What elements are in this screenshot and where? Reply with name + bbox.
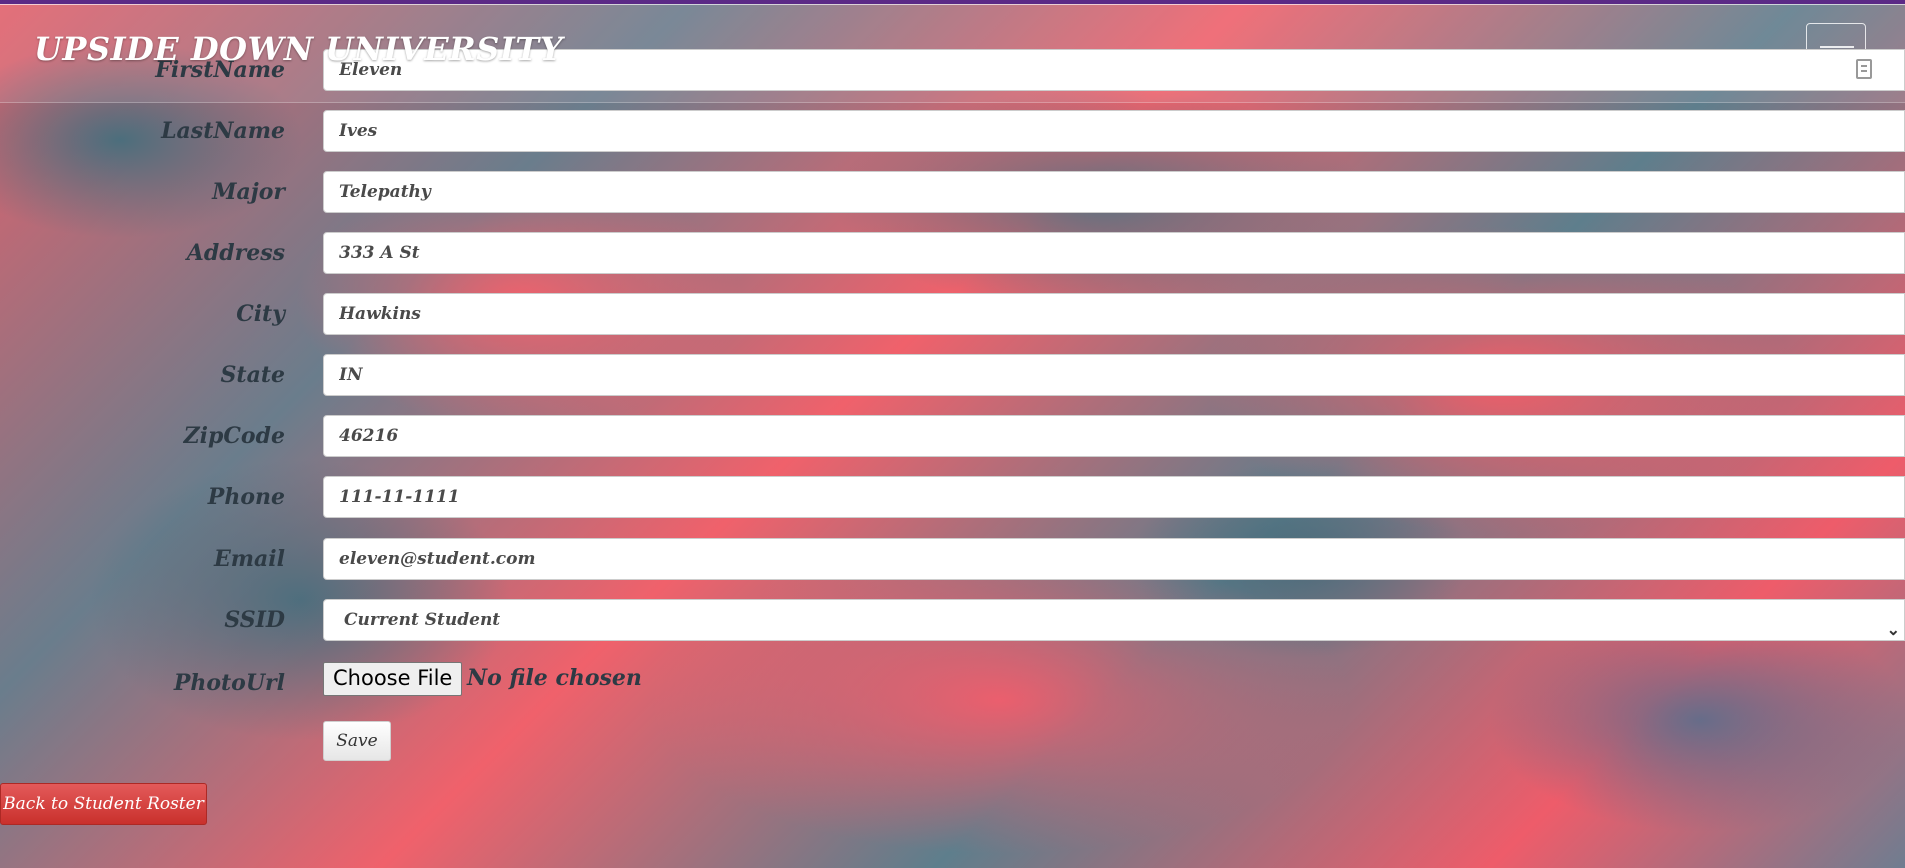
- lastname-label: LastName: [161, 118, 285, 144]
- zipcode-input[interactable]: [323, 415, 1905, 457]
- chevron-down-icon: ⌄: [1886, 620, 1900, 639]
- choose-file-button[interactable]: Choose File: [323, 662, 463, 696]
- city-label: City: [236, 301, 285, 327]
- save-button[interactable]: Save: [323, 721, 391, 761]
- form-row-city: City: [0, 293, 1905, 337]
- form-row-email: Email: [0, 538, 1905, 582]
- form-row-photourl: PhotoUrl Choose File No file chosen: [0, 662, 1905, 706]
- city-input[interactable]: [323, 293, 1905, 335]
- form-row-lastname: LastName: [0, 110, 1905, 154]
- form-row-major: Major: [0, 171, 1905, 215]
- contact-card-icon[interactable]: [1856, 59, 1872, 79]
- ssid-label: SSID: [224, 607, 285, 633]
- photourl-label: PhotoUrl: [173, 670, 285, 696]
- email-input[interactable]: [323, 538, 1905, 580]
- form-row-address: Address: [0, 232, 1905, 276]
- phone-label: Phone: [207, 484, 285, 510]
- form-row-zipcode: ZipCode: [0, 415, 1905, 459]
- address-input[interactable]: [323, 232, 1905, 274]
- ssid-selected-value: Current Student: [344, 610, 501, 630]
- address-label: Address: [186, 240, 285, 266]
- back-to-roster-button[interactable]: Back to Student Roster: [0, 783, 207, 825]
- form-row-state: State: [0, 354, 1905, 398]
- hamburger-menu-icon: [1820, 46, 1854, 48]
- ssid-select[interactable]: Current Student ⌄: [323, 599, 1905, 641]
- zipcode-label: ZipCode: [183, 423, 285, 449]
- form-row-phone: Phone: [0, 476, 1905, 520]
- file-status-text: No file chosen: [467, 665, 642, 691]
- lastname-input[interactable]: [323, 110, 1905, 152]
- brand-logo[interactable]: UPSIDE DOWN UNIVERSITY: [34, 30, 563, 68]
- state-input[interactable]: [323, 354, 1905, 396]
- major-input[interactable]: [323, 171, 1905, 213]
- state-label: State: [220, 362, 285, 388]
- form-row-ssid: SSID Current Student ⌄: [0, 599, 1905, 643]
- phone-input[interactable]: [323, 476, 1905, 518]
- email-label: Email: [213, 546, 285, 572]
- major-label: Major: [212, 179, 285, 205]
